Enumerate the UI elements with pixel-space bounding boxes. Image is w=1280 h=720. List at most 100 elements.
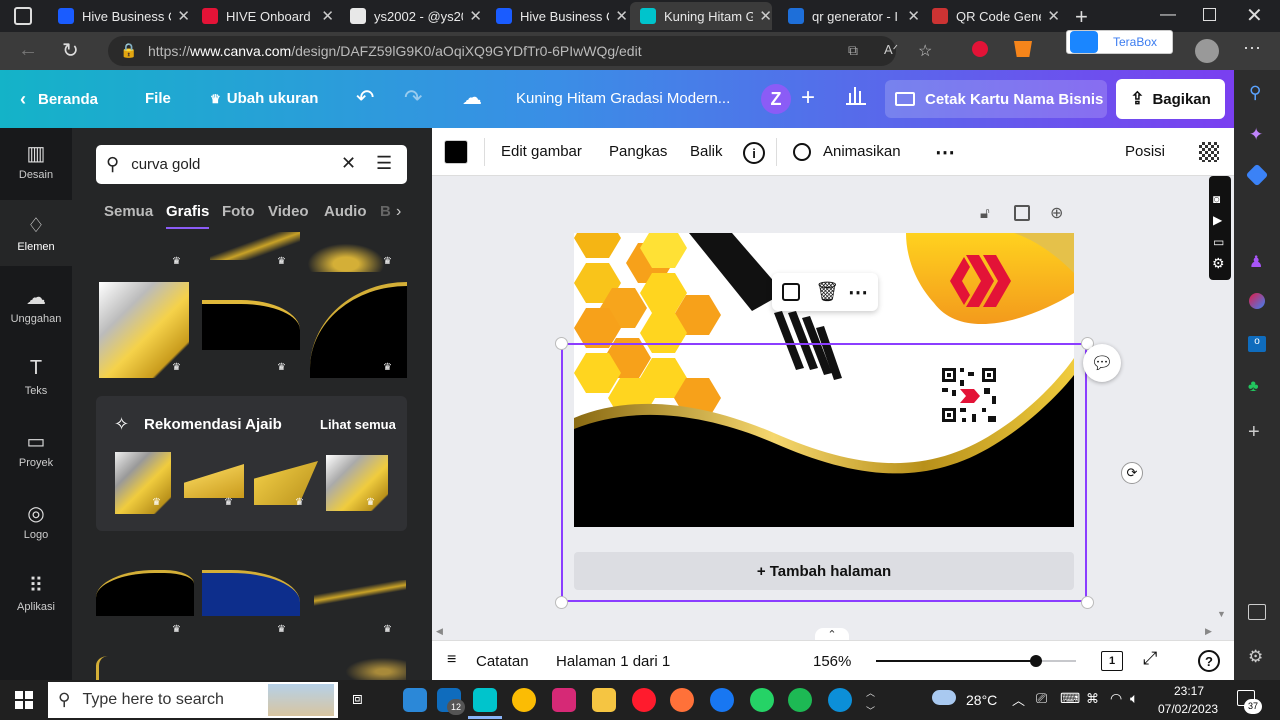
resize-handle[interactable] (1081, 596, 1094, 609)
sidebar-layout-icon[interactable] (1248, 604, 1266, 620)
video-icon[interactable]: ▶ (1213, 213, 1222, 227)
edge-icon[interactable] (828, 688, 852, 712)
sidebar-office-icon[interactable] (1249, 293, 1265, 309)
more-icon[interactable]: ⋯ (848, 280, 868, 305)
close-tab-icon[interactable]: ✕ (615, 7, 628, 25)
sidebar-copilot-icon[interactable]: ✦ (1249, 125, 1263, 145)
crop-button[interactable]: Pangkas (609, 143, 667, 160)
graphic-thumbnail[interactable] (96, 656, 126, 680)
device-icon[interactable]: ⌨ (1060, 690, 1080, 707)
metamask-icon[interactable] (1014, 41, 1032, 57)
sidebar-add-icon[interactable]: + (1248, 421, 1260, 444)
share-button[interactable]: ⇪ Bagikan (1116, 79, 1225, 119)
more-options-icon[interactable]: ⋯ (935, 140, 955, 165)
browser-tab[interactable]: Kuning Hitam G ✕ (630, 2, 772, 30)
whatsapp-icon[interactable] (750, 688, 774, 712)
sidebar-tree-icon[interactable]: ♣ (1248, 378, 1259, 396)
rail-item-desain[interactable]: ▥ Desain (0, 128, 72, 194)
trash-icon[interactable]: 🗑︎ (815, 280, 839, 304)
spotify-icon[interactable] (788, 688, 812, 712)
close-tab-icon[interactable]: ✕ (321, 7, 334, 25)
canva-icon[interactable] (473, 688, 497, 712)
back-icon[interactable]: ← (18, 39, 38, 62)
tab-semua[interactable]: Semua (104, 203, 153, 220)
opera-icon[interactable] (632, 688, 656, 712)
show-hidden-icons[interactable]: ︿ (1012, 690, 1025, 709)
sidebar-search-icon[interactable]: ⚲ (1249, 83, 1261, 103)
windows-store-icon[interactable] (403, 688, 427, 712)
fullscreen-icon[interactable]: ⤢ (1143, 648, 1157, 669)
redo-icon[interactable]: ↷ (404, 85, 422, 111)
browser-tab[interactable]: QR Code Gene ✕ (922, 2, 1060, 30)
page-count[interactable]: 1 (1101, 651, 1123, 671)
browser-tab[interactable]: ys2002 - @ys20 ✕ (340, 2, 482, 30)
add-collaborator-icon[interactable]: + (801, 84, 815, 112)
search-box[interactable]: ⚲ curva gold ✕ ☰ (96, 145, 407, 184)
address-bar[interactable]: 🔒 https://www.canva.com/design/DAFZ59lG9… (108, 36, 896, 66)
home-button[interactable]: ‹ Beranda (20, 89, 98, 110)
sidebar-outlook-icon[interactable]: o (1248, 336, 1266, 352)
tray-up-icon[interactable]: ︿ (866, 686, 875, 699)
meet-icon[interactable]: ⎚ (1036, 690, 1047, 707)
insights-icon[interactable] (846, 87, 866, 105)
clear-search-icon[interactable]: ✕ (341, 153, 356, 174)
file-explorer-icon[interactable] (592, 688, 616, 712)
restore-icon[interactable] (1203, 8, 1216, 21)
settings-icon[interactable]: ⚙ (1212, 255, 1225, 272)
position-button[interactable]: Posisi (1125, 143, 1165, 160)
lock-page-icon[interactable]: 🔓︎ (980, 205, 990, 222)
flip-button[interactable]: Balik (690, 143, 723, 160)
task-view-icon[interactable]: ⧈ (352, 689, 363, 709)
graphic-thumbnail[interactable] (314, 580, 406, 606)
rail-item-teks[interactable]: T Teks (0, 344, 72, 410)
firefox-icon[interactable] (670, 688, 694, 712)
close-tab-icon[interactable]: ✕ (1047, 7, 1060, 25)
rail-item-elemen[interactable]: ♢ Elemen (0, 200, 72, 266)
sidebar-settings-icon[interactable]: ⚙ (1248, 647, 1263, 667)
transparency-icon[interactable] (1199, 142, 1219, 162)
minimize-icon[interactable]: — (1160, 6, 1176, 24)
resize-handle[interactable] (555, 596, 568, 609)
tab-b[interactable]: B (380, 203, 391, 220)
taskbar-search-input[interactable]: Type here to search (82, 691, 223, 709)
language-icon[interactable]: ⌘ (1086, 691, 1099, 707)
open-app-icon[interactable]: ⧉ (848, 42, 858, 59)
weather-temp[interactable]: 28°C (966, 692, 997, 708)
hive-keychain-icon[interactable] (972, 41, 988, 57)
close-tab-icon[interactable]: ✕ (759, 7, 772, 25)
rail-item-logo[interactable]: ◎ Logo (0, 488, 72, 554)
notes-button[interactable]: Catatan (476, 653, 529, 670)
zoom-slider-handle[interactable] (1030, 655, 1042, 667)
volume-icon[interactable]: 🔈︎ (1130, 690, 1138, 707)
close-tab-icon[interactable]: ✕ (177, 7, 190, 25)
close-window-icon[interactable]: ✕ (1246, 3, 1263, 28)
help-icon[interactable]: ? (1198, 650, 1220, 672)
browser-tab[interactable]: HIVE Onboard ✕ (192, 2, 334, 30)
document-title[interactable]: Kuning Hitam Gradasi Modern... (516, 90, 730, 107)
scroll-right-icon[interactable]: › (396, 203, 401, 221)
info-icon[interactable]: i (743, 142, 765, 164)
clock-date[interactable]: 07/02/2023 (1158, 702, 1218, 716)
add-page-button[interactable]: + Tambah halaman (574, 552, 1074, 590)
clock-time[interactable]: 23:17 (1174, 684, 1204, 698)
undo-icon[interactable]: ↶ (356, 85, 374, 111)
facebook-icon[interactable] (710, 688, 734, 712)
zoom-level[interactable]: 156% (813, 653, 851, 670)
scroll-right-icon[interactable]: ▶ (1205, 626, 1212, 637)
scroll-left-icon[interactable]: ◀ (436, 626, 443, 637)
resize-button[interactable]: ♛ Ubah ukuran (210, 90, 318, 107)
browser-tab[interactable]: qr generator - I ✕ (778, 2, 920, 30)
edit-image-button[interactable]: Edit gambar (501, 143, 582, 160)
tab-audio[interactable]: Audio (324, 203, 367, 220)
tab-foto[interactable]: Foto (222, 203, 254, 220)
cloud-sync-icon[interactable]: ☁ (462, 85, 482, 110)
close-tab-icon[interactable]: ✕ (469, 7, 482, 25)
sidebar-games-icon[interactable]: ♟ (1249, 252, 1263, 272)
window-icon[interactable]: ▭ (1213, 235, 1224, 249)
print-button[interactable]: Cetak Kartu Nama Bisnis (885, 80, 1107, 118)
scroll-down-icon[interactable]: ▼ (1217, 609, 1226, 619)
browser-tab[interactable]: Hive Business C ✕ (486, 2, 628, 30)
wifi-icon[interactable]: ◠ (1110, 690, 1122, 707)
rail-item-aplikasi[interactable]: ⠿ Aplikasi (0, 560, 72, 626)
animate-button[interactable]: Animasikan (823, 143, 901, 160)
